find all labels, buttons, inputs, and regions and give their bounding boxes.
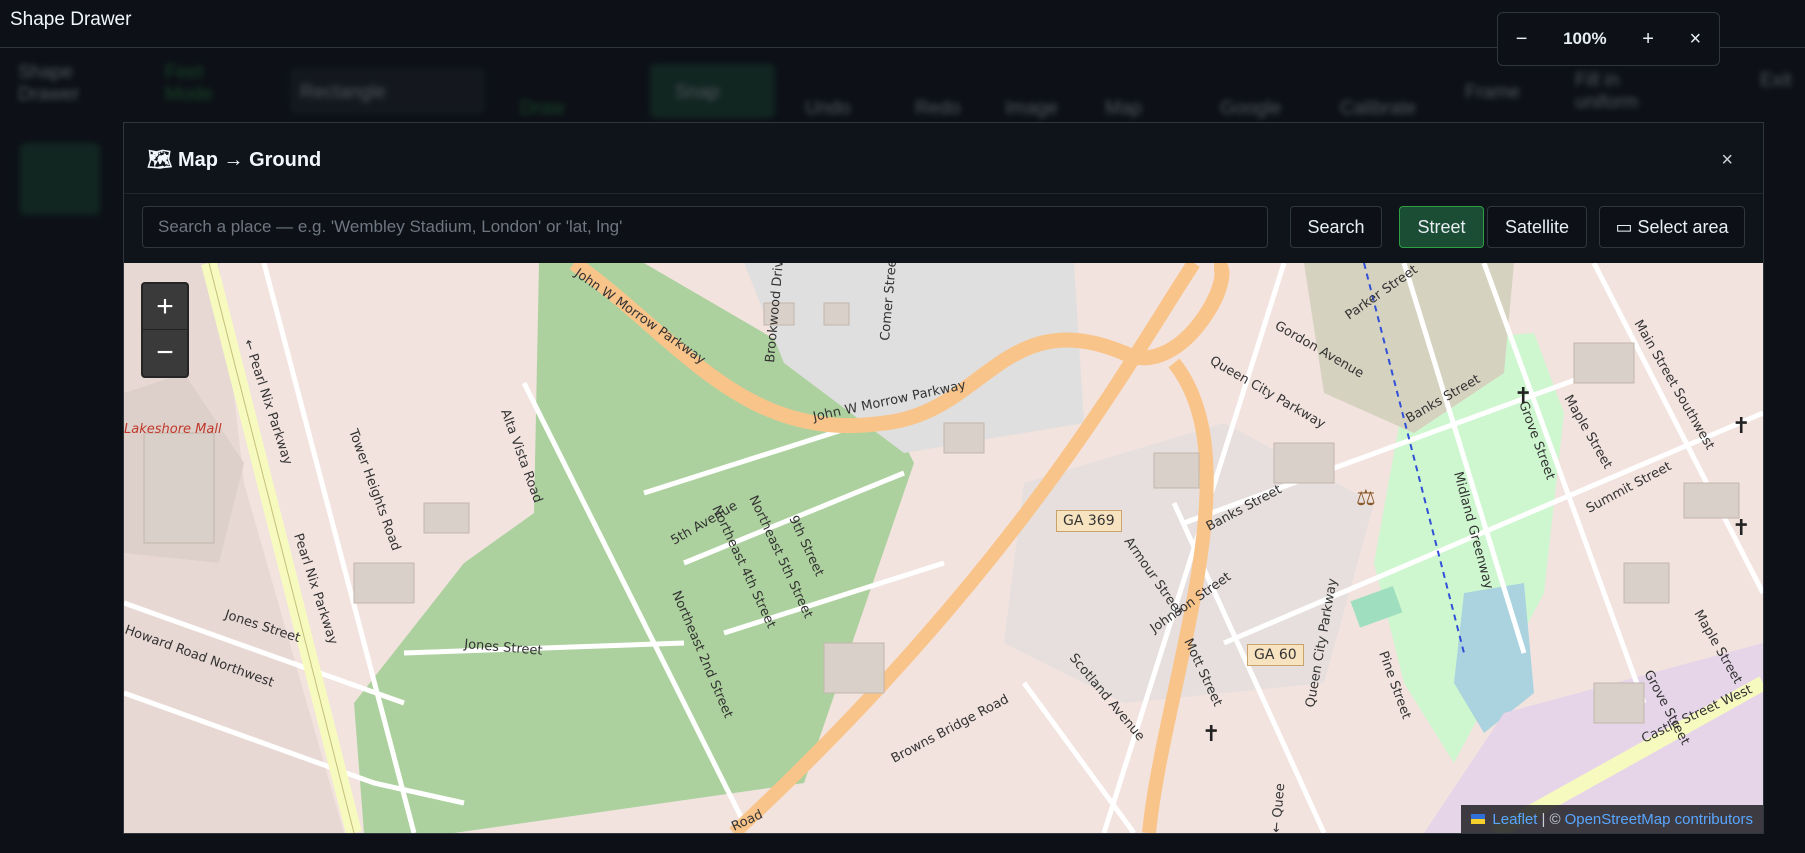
calibrate-button[interactable]: Calibrate	[1340, 98, 1416, 120]
map-view[interactable]: John W Morrow Parkway John W Morrow Park…	[124, 263, 1763, 833]
app-title: Shape Drawer	[10, 9, 132, 30]
leaflet-link[interactable]: Leaflet	[1492, 811, 1537, 828]
zoom-close-button[interactable]: ×	[1689, 28, 1701, 51]
cross-icon: ✝	[1732, 413, 1750, 438]
image-button[interactable]: Image	[1005, 98, 1058, 120]
modal-close-button[interactable]: ×	[1721, 149, 1733, 172]
map-zoom-in-button[interactable]: +	[143, 284, 187, 330]
map-zoom-out-button[interactable]: −	[143, 330, 187, 375]
zoom-in-button[interactable]: +	[1642, 28, 1654, 51]
place-search-input[interactable]	[142, 206, 1268, 248]
modal-title-text: Map → Ground	[177, 149, 322, 171]
zoom-out-button[interactable]: −	[1516, 28, 1528, 51]
satellite-layer-button[interactable]: Satellite	[1487, 206, 1587, 248]
map-attribution: Leaflet | © OpenStreetMap contributors	[1461, 805, 1763, 833]
redo-button[interactable]: Redo	[915, 98, 960, 120]
exit-button[interactable]: Exit	[1760, 70, 1792, 92]
route-shield-ga60: GA 60	[1247, 644, 1304, 666]
courthouse-icon: ⚖	[1356, 485, 1376, 510]
cross-icon: ✝	[1514, 383, 1532, 408]
map-button[interactable]: Map	[1105, 98, 1142, 120]
map-icon: 🗺	[147, 149, 173, 171]
ukraine-flag-icon	[1471, 814, 1486, 824]
zoom-level: 100%	[1563, 29, 1607, 48]
undo-button[interactable]: Undo	[805, 98, 850, 120]
cross-icon: ✝	[1202, 721, 1220, 746]
modal-title: 🗺 Map → Ground	[147, 147, 321, 172]
feet-mode-toggle[interactable]: Feet Mode	[165, 62, 245, 106]
pointer-tool[interactable]	[20, 143, 100, 215]
snap-label: Snap	[675, 82, 720, 103]
draw-button[interactable]: Draw	[520, 98, 564, 120]
map-label: Lakeshore Mall	[124, 422, 222, 437]
map-tiles: John W Morrow Parkway John W Morrow Park…	[124, 263, 1763, 833]
frame-button[interactable]: Frame	[1465, 82, 1520, 104]
osm-link[interactable]: OpenStreetMap contributors	[1565, 811, 1753, 828]
map-modal: 🗺 Map → Ground × Search Street Satellite…	[123, 122, 1764, 834]
fill-uniform-toggle[interactable]: Fill in uniform	[1575, 70, 1675, 114]
attribution-separator: | ©	[1541, 810, 1561, 828]
cross-icon: ✝	[1732, 515, 1750, 540]
modal-header: 🗺 Map → Ground ×	[124, 123, 1763, 194]
shape-select-label: Rectangle	[300, 82, 386, 103]
search-button[interactable]: Search	[1290, 206, 1382, 248]
route-shield-ga369: GA 369	[1056, 510, 1122, 532]
select-area-button[interactable]: ▭ Select area	[1599, 206, 1745, 248]
google-button[interactable]: Google	[1220, 98, 1281, 120]
toolbar-brand: Shape Drawer	[18, 62, 80, 105]
street-layer-button[interactable]: Street	[1399, 206, 1484, 248]
zoom-control: − 100% + ×	[1497, 12, 1720, 66]
map-zoom-control: + −	[141, 282, 189, 378]
